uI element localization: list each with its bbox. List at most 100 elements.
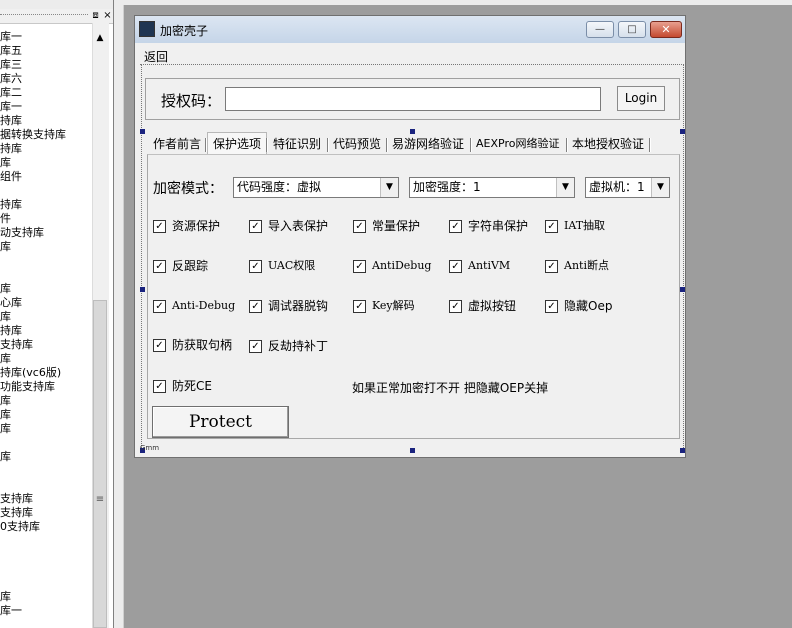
library-list-item[interactable]: 功能支持库 bbox=[0, 380, 55, 394]
check-icon[interactable]: ✓ bbox=[249, 300, 262, 313]
library-list-item[interactable]: 支持库 bbox=[0, 506, 33, 520]
anti-ce-checkbox[interactable]: ✓ 防死CE bbox=[153, 379, 212, 393]
close-button[interactable]: ✕ bbox=[650, 21, 682, 38]
tab-code-preview[interactable]: 代码预览 bbox=[333, 134, 381, 154]
check-icon[interactable]: ✓ bbox=[153, 300, 166, 313]
check-icon[interactable]: ✓ bbox=[153, 260, 166, 273]
library-list-item[interactable]: 持库 bbox=[0, 114, 22, 128]
library-list-item[interactable]: 库 bbox=[0, 394, 11, 408]
anti-breakpoint-checkbox[interactable]: ✓ Anti断点 bbox=[545, 259, 609, 273]
library-list-item[interactable]: 件 bbox=[0, 212, 11, 226]
anti-debug-checkbox[interactable]: ✓ Anti-Debug bbox=[153, 299, 235, 313]
tab-feature-recognition[interactable]: 特征识别 bbox=[273, 134, 321, 154]
library-list-item[interactable]: 库三 bbox=[0, 58, 22, 72]
library-list-item[interactable]: 库 bbox=[0, 310, 11, 324]
check-icon[interactable]: ✓ bbox=[249, 220, 262, 233]
minimize-button[interactable]: — bbox=[586, 21, 614, 38]
menu-back[interactable]: 返回 bbox=[144, 48, 168, 65]
library-list-item[interactable]: 库 bbox=[0, 422, 11, 436]
check-icon[interactable]: ✓ bbox=[153, 380, 166, 393]
check-icon[interactable]: ✓ bbox=[545, 300, 558, 313]
library-list-item[interactable]: 库一 bbox=[0, 30, 22, 44]
check-icon[interactable]: ✓ bbox=[153, 339, 166, 352]
close-icon[interactable]: × bbox=[102, 10, 113, 21]
chevron-down-icon[interactable]: ▼ bbox=[651, 178, 669, 197]
virtual-button-checkbox[interactable]: ✓ 虚拟按钮 bbox=[449, 299, 516, 313]
tab-author-preface[interactable]: 作者前言 bbox=[153, 134, 201, 154]
library-list-item[interactable]: 库 bbox=[0, 590, 11, 604]
selection-handle[interactable] bbox=[680, 287, 685, 292]
scroll-up-icon[interactable]: ▲ bbox=[92, 31, 108, 45]
login-button[interactable]: Login bbox=[617, 86, 665, 111]
library-list-item[interactable]: 组件 bbox=[0, 170, 22, 184]
protect-button[interactable]: Protect bbox=[152, 406, 289, 438]
check-icon[interactable]: ✓ bbox=[353, 300, 366, 313]
check-icon[interactable]: ✓ bbox=[249, 260, 262, 273]
library-list-item[interactable]: 库一 bbox=[0, 604, 22, 618]
library-list-item[interactable]: 库 bbox=[0, 408, 11, 422]
library-list-item[interactable]: 库 bbox=[0, 352, 11, 366]
debugger-unhook-checkbox[interactable]: ✓ 调试器脱钩 bbox=[249, 299, 328, 313]
check-icon[interactable]: ✓ bbox=[249, 340, 262, 353]
library-list-item[interactable]: 支持库 bbox=[0, 338, 33, 352]
constant-protect-checkbox[interactable]: ✓ 常量保护 bbox=[353, 219, 420, 233]
import-table-protect-checkbox[interactable]: ✓ 导入表保护 bbox=[249, 219, 328, 233]
library-list-item[interactable]: 据转换支持库 bbox=[0, 128, 66, 142]
tab-aexpro-network-auth[interactable]: AEXPro网络验证 bbox=[476, 134, 559, 154]
string-protect-checkbox[interactable]: ✓ 字符串保护 bbox=[449, 219, 528, 233]
check-icon[interactable]: ✓ bbox=[545, 220, 558, 233]
library-list-item[interactable]: 0支持库 bbox=[0, 520, 40, 534]
library-list-item[interactable]: 库二 bbox=[0, 86, 22, 100]
library-list-item[interactable]: 库五 bbox=[0, 44, 22, 58]
library-list-item[interactable]: 库 bbox=[0, 156, 11, 170]
selection-handle[interactable] bbox=[410, 448, 415, 453]
library-list-item[interactable]: 库 bbox=[0, 240, 11, 254]
auth-code-input[interactable] bbox=[225, 87, 601, 111]
library-list-item[interactable]: 心库 bbox=[0, 296, 22, 310]
uac-permission-checkbox[interactable]: ✓ UAC权限 bbox=[249, 259, 315, 273]
anti-trace-checkbox[interactable]: ✓ 反跟踪 bbox=[153, 259, 208, 273]
check-icon[interactable]: ✓ bbox=[449, 260, 462, 273]
pin-icon[interactable]: ⧈ bbox=[90, 10, 101, 21]
check-icon[interactable]: ✓ bbox=[353, 260, 366, 273]
chevron-down-icon[interactable]: ▼ bbox=[556, 178, 574, 197]
library-list-item[interactable]: 持库(vc6版) bbox=[0, 366, 61, 380]
anti-hijack-patch-checkbox[interactable]: ✓ 反劫持补丁 bbox=[249, 339, 328, 353]
iat-extract-checkbox[interactable]: ✓ IAT抽取 bbox=[545, 219, 605, 233]
library-list-item[interactable]: 持库 bbox=[0, 198, 22, 212]
scrollbar-thumb[interactable] bbox=[93, 300, 107, 628]
restore-button[interactable]: □ bbox=[618, 21, 646, 38]
antidebug-checkbox[interactable]: ✓ AntiDebug bbox=[353, 259, 431, 273]
selection-handle[interactable] bbox=[680, 129, 685, 134]
encryption-strength-select[interactable]: 加密强度：1 ▼ bbox=[409, 177, 575, 198]
library-list-item[interactable]: 库 bbox=[0, 450, 11, 464]
library-list-item[interactable]: 库一 bbox=[0, 100, 22, 114]
check-icon[interactable]: ✓ bbox=[353, 220, 366, 233]
check-icon[interactable]: ✓ bbox=[449, 220, 462, 233]
check-icon[interactable]: ✓ bbox=[153, 220, 166, 233]
anti-handle-checkbox[interactable]: ✓ 防获取句柄 bbox=[153, 338, 232, 352]
tab-protection-options[interactable]: 保护选项 bbox=[213, 134, 261, 154]
tab-local-license-auth[interactable]: 本地授权验证 bbox=[572, 134, 644, 154]
check-icon[interactable]: ✓ bbox=[449, 300, 462, 313]
vm-count-select[interactable]: 虚拟机：1 ▼ bbox=[585, 177, 670, 198]
selection-handle[interactable] bbox=[680, 448, 685, 453]
resource-protect-checkbox[interactable]: ✓ 资源保护 bbox=[153, 219, 220, 233]
design-grid-line bbox=[141, 64, 142, 448]
library-list-item[interactable]: 持库 bbox=[0, 324, 22, 338]
check-icon[interactable]: ✓ bbox=[545, 260, 558, 273]
antivm-checkbox[interactable]: ✓ AntiVM bbox=[449, 259, 510, 273]
chevron-down-icon[interactable]: ▼ bbox=[380, 178, 398, 197]
code-strength-select[interactable]: 代码强度：虚拟 ▼ bbox=[233, 177, 399, 198]
library-list-item[interactable]: 库六 bbox=[0, 72, 22, 86]
library-list-item[interactable]: 动支持库 bbox=[0, 226, 44, 240]
selection-handle[interactable] bbox=[140, 129, 145, 134]
selection-handle[interactable] bbox=[140, 287, 145, 292]
tab-yiyou-network-auth[interactable]: 易游网络验证 bbox=[392, 134, 464, 154]
library-list-item[interactable]: 支持库 bbox=[0, 492, 33, 506]
library-list-item[interactable]: 持库 bbox=[0, 142, 22, 156]
hide-oep-checkbox[interactable]: ✓ 隐藏Oep bbox=[545, 299, 612, 313]
library-list-item[interactable]: 库 bbox=[0, 282, 11, 296]
key-decode-checkbox[interactable]: ✓ Key解码 bbox=[353, 299, 415, 313]
selection-handle[interactable] bbox=[410, 129, 415, 134]
